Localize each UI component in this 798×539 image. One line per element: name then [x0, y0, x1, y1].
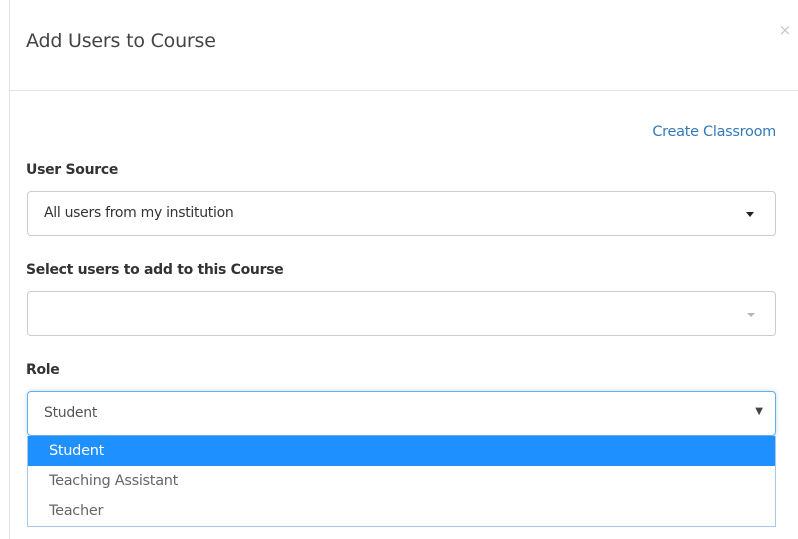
create-classroom-link[interactable]: Create Classroom [652, 124, 776, 140]
modal-header: Add Users to Course × [10, 0, 798, 91]
close-icon[interactable]: × [777, 22, 793, 38]
role-label: Role [26, 362, 60, 378]
chevron-down-icon: ▼ [755, 406, 763, 417]
add-users-modal: Add Users to Course × Create Classroom U… [9, 0, 798, 539]
role-dropdown-list: Student Teaching Assistant Teacher [27, 436, 776, 527]
role-option-teacher[interactable]: Teacher [28, 496, 775, 526]
role-option-teaching-assistant[interactable]: Teaching Assistant [28, 466, 775, 496]
role-select[interactable]: Student ▼ [27, 391, 776, 436]
select-users-label: Select users to add to this Course [26, 262, 284, 278]
user-source-label: User Source [26, 162, 119, 178]
modal-title: Add Users to Course [26, 30, 216, 52]
role-option-student[interactable]: Student [28, 436, 775, 466]
user-source-value: All users from my institution [44, 205, 234, 221]
user-source-select[interactable]: All users from my institution [27, 191, 776, 236]
chevron-down-icon [746, 212, 754, 217]
role-value: Student [44, 405, 98, 421]
chevron-down-icon [747, 313, 755, 317]
select-users-input[interactable] [27, 291, 776, 336]
